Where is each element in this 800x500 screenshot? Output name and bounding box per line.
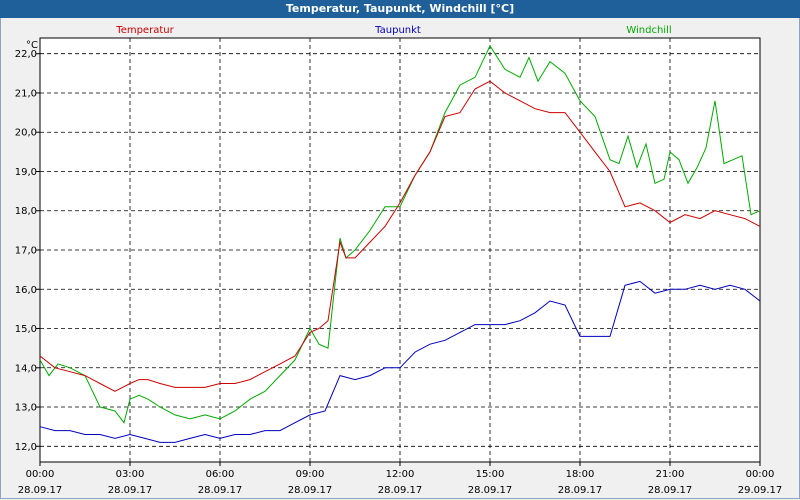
legend-taupunkt: Taupunkt — [374, 25, 421, 36]
x-tick-date: 28.09.17 — [288, 485, 333, 496]
x-tick-date: 28.09.17 — [648, 485, 693, 496]
y-tick-label: 12,0 — [15, 442, 37, 453]
y-tick-label: 14,0 — [15, 363, 37, 374]
x-axis-ticks: 00:00 28.09.17 03:00 28.09.17 06:00 28.09.17 0… — [18, 462, 783, 496]
y-tick-label: 15,0 — [15, 324, 37, 335]
legend-windchill: Windchill — [626, 25, 671, 36]
y-tick-label: 19,0 — [15, 167, 37, 178]
x-tick-time: 09:00 — [296, 469, 325, 480]
y-tick-label: 21,0 — [15, 88, 37, 99]
x-tick-date: 28.09.17 — [468, 485, 513, 496]
chart-plot: 12,0 13,0 14,0 15,0 16,0 17,0 18,0 19,0 20,0 21,0… — [15, 25, 783, 496]
x-tick-date: 28.09.17 — [558, 485, 603, 496]
x-tick-date: 28.09.17 — [108, 485, 153, 496]
y-axis-label: °C — [26, 40, 38, 51]
x-tick-date: 28.09.17 — [18, 485, 63, 496]
x-tick-date: 28.09.17 — [378, 485, 423, 496]
y-axis-ticks: 12,0 13,0 14,0 15,0 16,0 17,0 18,0 19,0 20,0 21,0… — [15, 49, 40, 453]
x-tick-date: 28.09.17 — [198, 485, 243, 496]
y-tick-label: 13,0 — [15, 403, 37, 414]
x-tick-time: 00:00 — [26, 469, 55, 480]
legend-temperatur: Temperatur — [115, 25, 174, 36]
x-tick-time: 18:00 — [566, 469, 595, 480]
x-tick-time: 06:00 — [206, 469, 235, 480]
x-tick-time: 15:00 — [476, 469, 505, 480]
x-tick-time: 03:00 — [116, 469, 145, 480]
y-tick-label: 17,0 — [15, 246, 37, 257]
x-tick-time: 12:00 — [386, 469, 415, 480]
x-tick-time: 21:00 — [656, 469, 685, 480]
y-tick-label: 16,0 — [15, 285, 37, 296]
x-tick-time: 00:00 — [746, 469, 775, 480]
x-tick-date: 29.09.17 — [738, 485, 783, 496]
y-tick-label: 20,0 — [15, 128, 37, 139]
y-tick-label: 18,0 — [15, 206, 37, 217]
